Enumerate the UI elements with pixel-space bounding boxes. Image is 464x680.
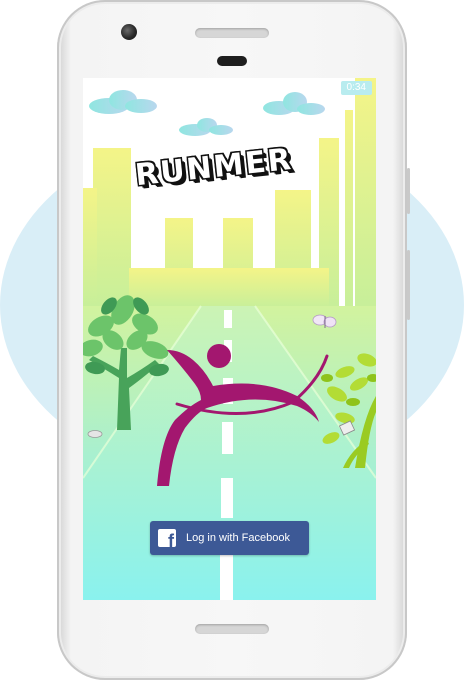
sensor-slot — [217, 56, 247, 66]
facebook-icon: f — [158, 529, 176, 550]
power-button — [407, 168, 410, 214]
status-bar-time: 0:34 — [340, 81, 372, 95]
earpiece-speaker — [195, 28, 269, 38]
front-camera — [121, 24, 137, 40]
phone-frame: 0:34 RUNMER f Log in with Facebook — [57, 0, 410, 680]
facebook-login-button[interactable]: f Log in with Facebook — [150, 521, 309, 555]
rock-icon — [87, 430, 103, 438]
facebook-login-label: Log in with Facebook — [186, 532, 290, 544]
bottom-speaker — [195, 624, 269, 634]
app-screen: 0:34 RUNMER f Log in with Facebook — [83, 78, 376, 600]
volume-button — [407, 250, 410, 320]
